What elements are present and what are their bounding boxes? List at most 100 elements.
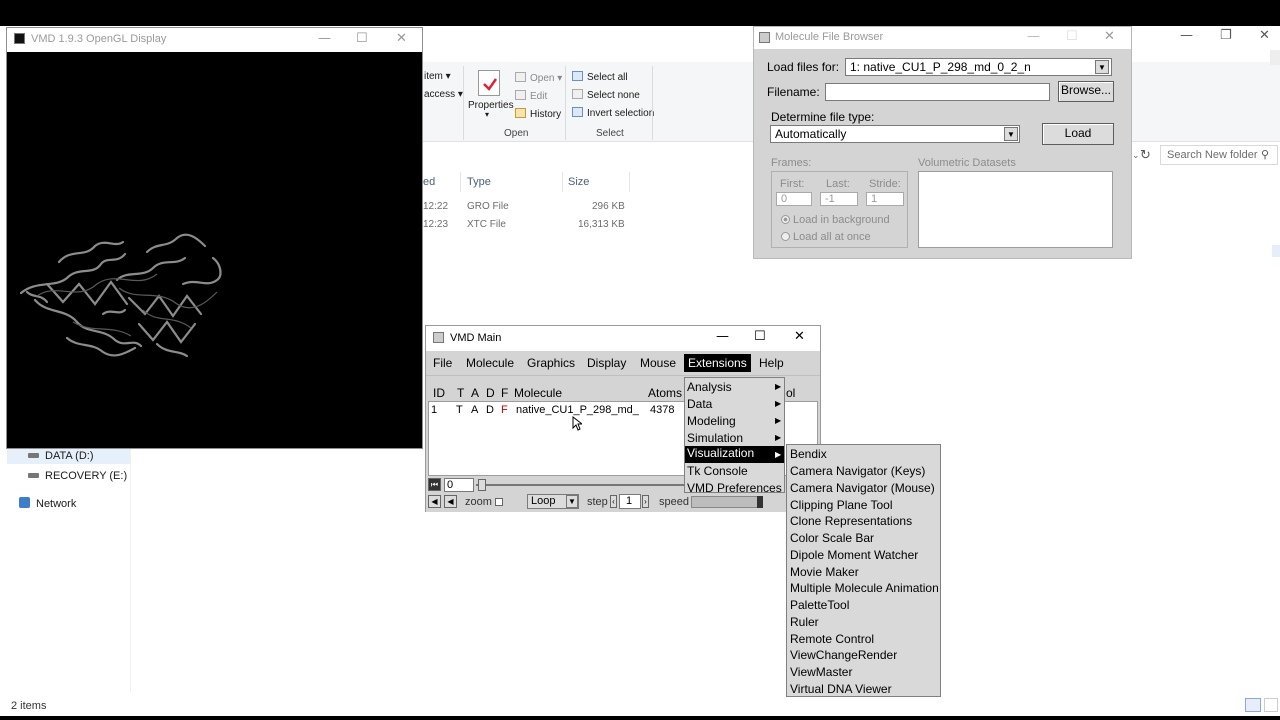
minimize-icon[interactable]: — [1180, 28, 1193, 43]
minimize-icon[interactable]: — [1027, 29, 1040, 44]
filename-input[interactable] [825, 83, 1050, 101]
expand-ribbon-icon[interactable] [1270, 50, 1280, 65]
column-header-date[interactable]: ed [423, 176, 435, 188]
file-type-select[interactable]: Automatically [770, 125, 1020, 143]
ext-menu-modeling[interactable]: Modeling [687, 414, 736, 428]
chevron-down-icon[interactable]: ⌄ [1132, 150, 1140, 161]
column-header-type[interactable]: Type [467, 176, 491, 188]
step-input[interactable]: 1 [619, 494, 641, 509]
search-icon[interactable]: ⚲ [1261, 148, 1269, 161]
edit-button[interactable]: Edit [515, 90, 547, 102]
details-view-icon[interactable] [1245, 698, 1261, 712]
menu-mouse[interactable]: Mouse [640, 356, 676, 370]
molecule-name[interactable]: native_CU1_P_298_md_ [516, 404, 639, 416]
viz-menu-movie-maker[interactable]: Movie Maker [790, 565, 859, 579]
viz-menu-viewchangerender[interactable]: ViewChangeRender [790, 648, 897, 662]
select-none-button[interactable]: Select none [572, 89, 640, 101]
viz-menu-remote-control[interactable]: Remote Control [790, 632, 874, 646]
viz-menu-viewmaster[interactable]: ViewMaster [790, 665, 852, 679]
maximize-icon[interactable]: ☐ [356, 31, 368, 46]
speed-slider-track[interactable] [691, 496, 763, 508]
close-icon[interactable]: ✕ [1104, 29, 1115, 44]
ribbon-item-button[interactable]: item ▾ [424, 71, 451, 82]
volumetric-datasets-list[interactable] [918, 171, 1113, 248]
load-button[interactable]: Load [1042, 123, 1114, 145]
load-all-at-once-radio[interactable]: Load all at once [781, 231, 871, 243]
frame-number-input[interactable]: 0 [444, 478, 474, 492]
chevron-down-icon[interactable]: ▼ [1004, 127, 1018, 141]
menu-molecule[interactable]: Molecule [466, 356, 514, 370]
viz-menu-ruler[interactable]: Ruler [790, 615, 819, 629]
step-back-icon[interactable]: ◀ [428, 495, 441, 508]
molecule-active-flag[interactable]: A [471, 404, 478, 416]
molecule-fixed-flag[interactable]: F [501, 404, 508, 416]
menu-help[interactable]: Help [759, 356, 784, 370]
molecule-render-canvas[interactable] [7, 52, 422, 448]
maximize-icon[interactable]: ☐ [1066, 29, 1078, 44]
properties-dropdown-icon[interactable]: ▾ [485, 110, 489, 119]
menu-file[interactable]: File [433, 356, 452, 370]
viz-menu-dipole-moment-watcher[interactable]: Dipole Moment Watcher [790, 548, 918, 562]
molecule-id[interactable]: 1 [431, 404, 437, 416]
first-frame-input[interactable]: 0 [776, 192, 812, 206]
nav-item-network[interactable]: Network [19, 497, 76, 510]
zoom-checkbox[interactable]: zoom [465, 496, 503, 508]
menu-extensions[interactable]: Extensions [684, 354, 751, 372]
ext-menu-analysis[interactable]: Analysis [687, 380, 732, 394]
file-date: 12:23 [423, 219, 449, 230]
scroll-indicator[interactable] [1272, 245, 1280, 257]
maximize-icon[interactable]: ☐ [754, 329, 766, 344]
last-frame-input[interactable]: -1 [820, 192, 858, 206]
menu-display[interactable]: Display [587, 356, 626, 370]
history-button[interactable]: History [515, 108, 561, 120]
browse-button[interactable]: Browse... [1058, 81, 1114, 102]
nav-item-data-drive[interactable]: DATA (D:) [28, 450, 93, 462]
step-decrement-icon[interactable]: ‹ [610, 495, 617, 508]
viz-menu-color-scale-bar[interactable]: Color Scale Bar [790, 531, 874, 545]
viz-menu-clone-representations[interactable]: Clone Representations [790, 514, 912, 528]
ext-menu-data[interactable]: Data [687, 397, 712, 411]
restore-icon[interactable]: ❐ [1220, 28, 1232, 43]
load-in-background-radio[interactable]: Load in background [781, 214, 890, 226]
load-files-for-select[interactable]: 1: native_CU1_P_298_md_0_2_n [845, 58, 1112, 76]
properties-icon[interactable] [478, 70, 500, 96]
minimize-icon[interactable]: — [318, 31, 331, 46]
ribbon-access-button[interactable]: access ▾ [424, 89, 463, 100]
viz-menu-camera-navigator-mouse[interactable]: Camera Navigator (Mouse) [790, 481, 935, 495]
viz-menu-virtual-dna-viewer[interactable]: Virtual DNA Viewer [790, 682, 892, 696]
viz-menu-camera-navigator-keys[interactable]: Camera Navigator (Keys) [790, 464, 925, 478]
viz-menu-clipping-plane-tool[interactable]: Clipping Plane Tool [790, 498, 893, 512]
step-increment-icon[interactable]: › [642, 495, 649, 508]
viz-menu-palettetool[interactable]: PaletteTool [790, 598, 849, 612]
ext-menu-visualization[interactable]: Visualization [685, 446, 784, 463]
minimize-icon[interactable]: — [716, 329, 729, 344]
ext-menu-vmd-preferences[interactable]: VMD Preferences [687, 481, 782, 495]
invert-selection-button[interactable]: Invert selection [572, 107, 654, 119]
select-all-button[interactable]: Select all [572, 71, 628, 83]
chevron-down-icon[interactable]: ▼ [1095, 60, 1109, 74]
frame-slider-handle[interactable] [478, 479, 486, 491]
close-icon[interactable]: ✕ [396, 31, 407, 46]
chevron-down-icon[interactable]: ▼ [566, 495, 578, 508]
jump-to-start-icon[interactable]: ⏮ [428, 478, 441, 491]
molecule-atoms[interactable]: 4378 [650, 404, 674, 416]
frame-slider-track[interactable] [476, 484, 686, 486]
column-header-size[interactable]: Size [568, 176, 589, 188]
viz-menu-bendix[interactable]: Bendix [790, 447, 827, 461]
play-reverse-icon[interactable]: ◀ [444, 495, 457, 508]
stride-input[interactable]: 1 [866, 192, 904, 206]
menu-graphics[interactable]: Graphics [527, 356, 575, 370]
open-button[interactable]: Open ▾ [515, 72, 562, 84]
close-icon[interactable]: ✕ [1259, 28, 1270, 43]
close-icon[interactable]: ✕ [794, 329, 805, 344]
large-icons-view-icon[interactable] [1264, 698, 1278, 712]
molecule-drawn-flag[interactable]: D [486, 404, 494, 416]
nav-item-recovery-drive[interactable]: RECOVERY (E:) [28, 470, 127, 482]
speed-slider-handle[interactable] [757, 496, 763, 508]
ext-menu-tk-console[interactable]: Tk Console [687, 464, 748, 478]
refresh-icon[interactable]: ↻ [1140, 147, 1151, 163]
molecule-top-flag[interactable]: T [456, 404, 463, 416]
properties-button[interactable]: Properties [468, 100, 514, 111]
ext-menu-simulation[interactable]: Simulation [687, 431, 743, 445]
viz-menu-multiple-molecule-animation[interactable]: Multiple Molecule Animation [790, 581, 939, 595]
